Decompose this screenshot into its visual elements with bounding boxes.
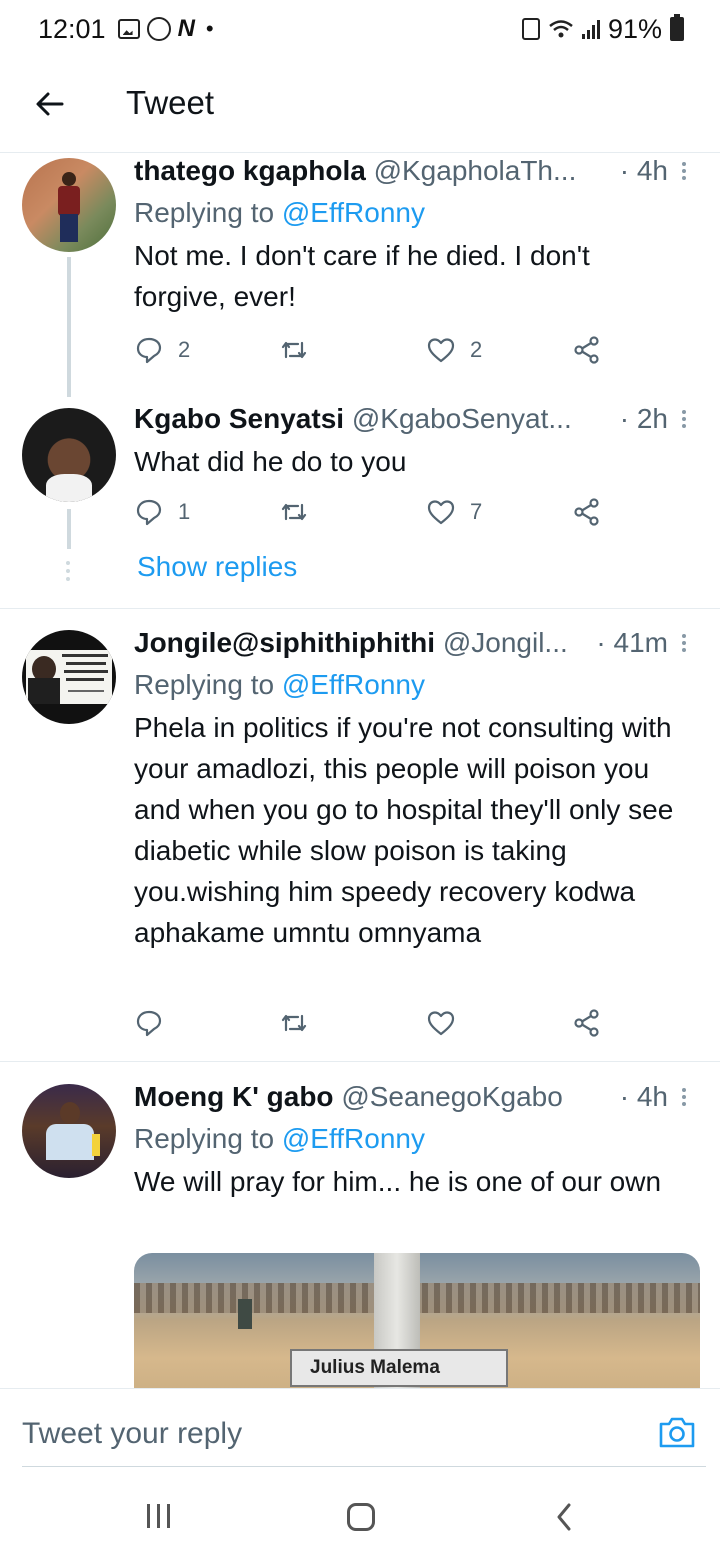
mention-link[interactable]: @EffRonny [282, 1123, 425, 1154]
display-name[interactable]: Jongile@siphithiphithi [134, 627, 435, 658]
thread-line [67, 509, 71, 549]
display-name[interactable]: Moeng K' gabo [134, 1081, 334, 1112]
retweet-icon [281, 503, 307, 521]
n-app-icon: N [177, 15, 195, 42]
signal-icon [581, 19, 600, 39]
page-title: Tweet [126, 84, 215, 121]
heart-icon [427, 338, 455, 363]
more-options-icon[interactable] [680, 408, 688, 430]
back-arrow-icon[interactable] [34, 88, 66, 120]
divider [22, 1466, 706, 1467]
tweet-item[interactable]: Moeng K' gabo @SeanegoKgabo · 4h Replyin… [0, 1079, 720, 1388]
share-icon [574, 1009, 599, 1037]
avatar[interactable] [22, 158, 116, 252]
more-options-icon[interactable] [680, 160, 688, 182]
reply-icon [136, 499, 162, 526]
share-button[interactable] [572, 497, 602, 527]
reply-feed[interactable]: thatego kgaphola @KgapholaTh... · 4h Rep… [0, 153, 720, 1388]
notification-dot-icon: • [205, 16, 214, 41]
top-app-bar: Tweet [0, 58, 720, 153]
retweet-button[interactable] [279, 335, 309, 365]
tweet-time: · 4h [619, 1081, 668, 1112]
reply-input[interactable]: Tweet your reply [22, 1417, 242, 1451]
share-button[interactable] [572, 1008, 602, 1038]
tweet-media-image[interactable]: Julius Malema [134, 1253, 700, 1388]
more-options-icon[interactable] [680, 1086, 688, 1108]
wifi-icon [549, 20, 573, 38]
tweet-text: Not me. I don't care if he died. I don't… [134, 240, 590, 312]
user-handle: @SeanegoKgabo [341, 1081, 563, 1112]
heart-icon [427, 500, 455, 525]
tweet-actions: 1 7 [134, 497, 614, 531]
thread-line [67, 257, 71, 397]
reply-icon [136, 337, 162, 364]
system-nav-bar [0, 1468, 720, 1560]
display-name[interactable]: Kgabo Senyatsi [134, 403, 344, 434]
mention-link[interactable]: @EffRonny [282, 669, 425, 700]
user-handle: @Jongil... [442, 627, 568, 658]
user-handle: @KgapholaTh... [373, 155, 577, 186]
tweet-actions: 2 2 [134, 335, 614, 369]
reply-button[interactable] [134, 1008, 164, 1038]
avatar[interactable] [22, 630, 116, 724]
divider [0, 608, 720, 609]
heart-icon [427, 1011, 455, 1036]
tweet-text: Phela in politics if you're not consulti… [134, 712, 674, 948]
share-icon [574, 336, 599, 364]
lock-icon [521, 18, 540, 40]
like-button[interactable]: 2 [426, 335, 482, 365]
camera-icon[interactable] [658, 1415, 696, 1449]
avatar[interactable] [22, 408, 116, 502]
reply-button[interactable]: 1 [134, 497, 190, 527]
share-button[interactable] [572, 335, 602, 365]
reply-composer[interactable]: Tweet your reply [0, 1388, 720, 1468]
tweet-text: What did he do to you [134, 446, 407, 477]
tweet-item[interactable]: Kgabo Senyatsi @KgaboSenyat... · 2h What… [0, 401, 720, 611]
retweet-button[interactable] [279, 1008, 309, 1038]
thread-gap-dots [66, 561, 72, 585]
retweet-icon [281, 1014, 307, 1032]
replying-to: Replying to @EffRonny [134, 1123, 425, 1154]
reply-count: 2 [178, 337, 191, 362]
like-count: 2 [470, 337, 483, 362]
like-button[interactable] [426, 1008, 456, 1038]
status-bar: 12:01 N • 91% [0, 0, 720, 58]
show-replies-link[interactable]: Show replies [137, 551, 297, 583]
home-icon[interactable] [347, 1503, 375, 1531]
gallery-icon [117, 19, 140, 39]
reply-count: 1 [178, 499, 191, 524]
nav-back-icon[interactable] [556, 1502, 572, 1532]
share-icon [574, 498, 599, 526]
user-handle: @KgaboSenyat... [351, 403, 572, 434]
status-time: 12:01 [38, 13, 106, 44]
more-options-icon[interactable] [680, 632, 688, 654]
retweet-button[interactable] [279, 497, 309, 527]
replying-to: Replying to @EffRonny [134, 669, 425, 700]
whatsapp-icon [146, 17, 171, 41]
tweet-text: We will pray for him... he is one of our… [134, 1166, 662, 1197]
battery-percent: 91% [607, 13, 662, 44]
tweet-actions [134, 1008, 614, 1042]
tweet-time: · 41m [596, 627, 668, 658]
tweet-time: · 2h [619, 403, 668, 434]
tweet-item[interactable]: thatego kgaphola @KgapholaTh... · 4h Rep… [0, 153, 720, 397]
retweet-icon [281, 341, 307, 359]
mention-link[interactable]: @EffRonny [282, 197, 425, 228]
plaque-caption: Julius Malema [290, 1349, 508, 1387]
divider [0, 1061, 720, 1062]
like-button[interactable]: 7 [426, 497, 482, 527]
avatar[interactable] [22, 1084, 116, 1178]
reply-icon [136, 1010, 162, 1037]
tweet-time: · 4h [619, 155, 668, 186]
recent-apps-icon[interactable] [147, 1504, 170, 1528]
replying-to: Replying to @EffRonny [134, 197, 425, 228]
display-name[interactable]: thatego kgaphola [134, 155, 366, 186]
tweet-item[interactable]: Jongile@siphithiphithi @Jongil... · 41m … [0, 625, 720, 1055]
battery-icon [670, 14, 684, 41]
like-count: 7 [470, 499, 483, 524]
reply-button[interactable]: 2 [134, 335, 190, 365]
